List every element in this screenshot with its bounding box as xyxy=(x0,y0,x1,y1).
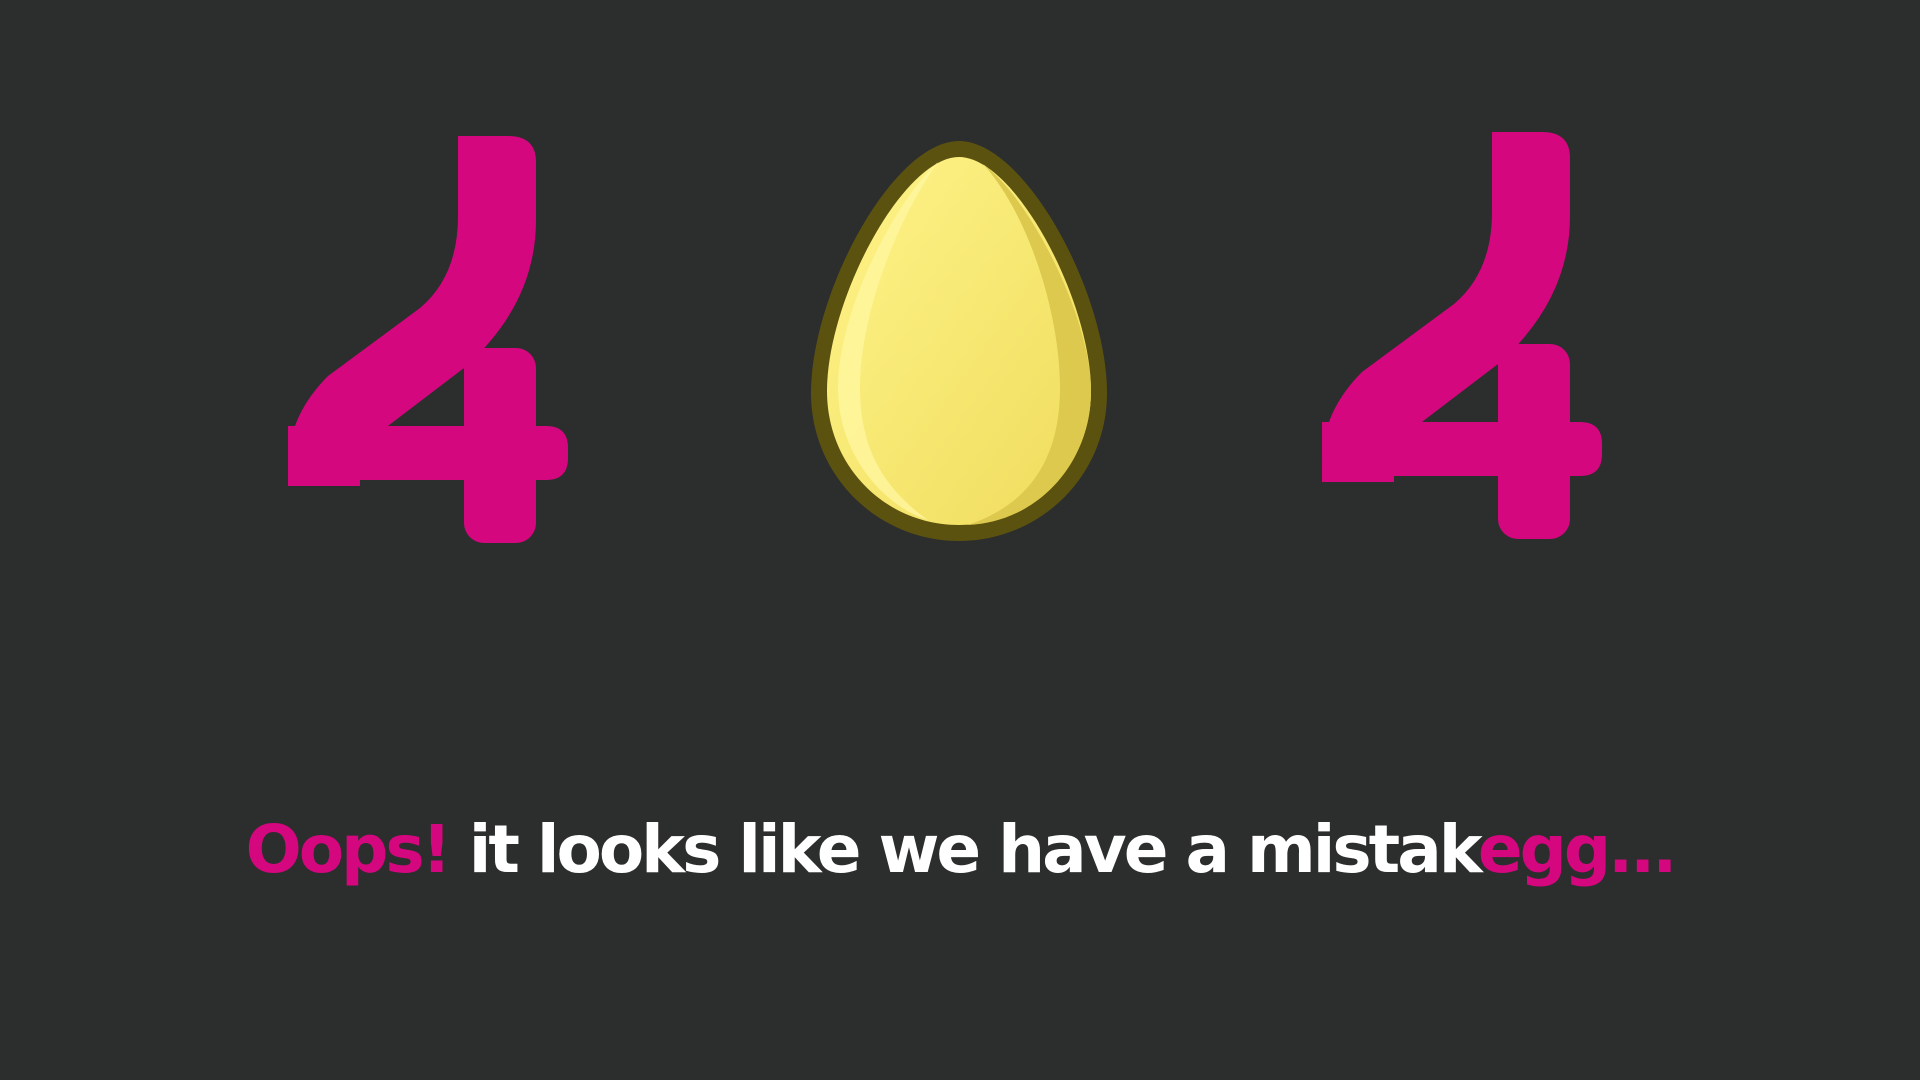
message-middle: it looks like we have a mistak xyxy=(448,811,1481,888)
error-message: Oops! it looks like we have a mistakegg.… xyxy=(0,800,1920,900)
digit-four-right xyxy=(1322,132,1602,539)
message-prefix: Oops! xyxy=(245,811,452,888)
digit-four-left xyxy=(288,136,568,543)
digit-four-stem xyxy=(1498,344,1570,539)
message-suffix: egg... xyxy=(1477,811,1677,888)
error-page: Oops! it looks like we have a mistakegg.… xyxy=(0,0,1920,1080)
digit-four-stem xyxy=(464,348,536,543)
egg-icon xyxy=(811,141,1107,541)
